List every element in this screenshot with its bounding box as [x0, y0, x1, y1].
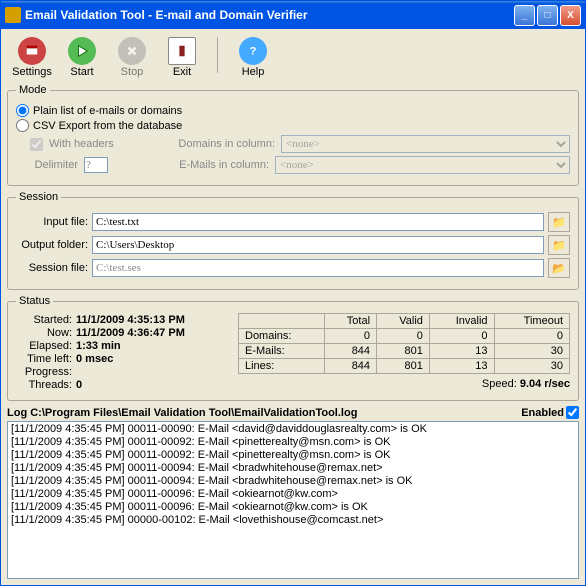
threads-value: 0	[76, 379, 82, 391]
svg-text:?: ?	[250, 46, 257, 58]
speed-value: 9.04 r/sec	[520, 378, 570, 390]
minimize-button[interactable]: _	[514, 5, 535, 26]
help-icon: ?	[239, 37, 267, 65]
toolbar-separator	[217, 37, 218, 73]
log-line: [11/1/2009 4:35:45 PM] 00011-00096: E-Ma…	[11, 501, 575, 514]
toolbar: Settings Start Stop Exit ? Help	[7, 35, 579, 84]
elapsed-value: 1:33 min	[76, 340, 121, 352]
log-section: Log C:\Program Files\Email Validation To…	[7, 406, 579, 579]
threads-label: Threads:	[16, 379, 72, 391]
col-timeout: Timeout	[494, 314, 570, 329]
mode-csv-radio[interactable]	[16, 119, 29, 132]
exit-label: Exit	[173, 66, 191, 78]
session-group: Session Input file: 📁 Output folder: 📁 S…	[7, 191, 579, 290]
stop-icon	[118, 37, 146, 65]
help-button[interactable]: ? Help	[232, 37, 274, 78]
settings-icon	[18, 37, 46, 65]
mode-legend: Mode	[16, 84, 50, 96]
maximize-button[interactable]: □	[537, 5, 558, 26]
settings-button[interactable]: Settings	[11, 37, 53, 78]
timeleft-value: 0 msec	[76, 353, 113, 365]
now-value: 11/1/2009 4:36:47 PM	[76, 327, 185, 339]
log-output[interactable]: [11/1/2009 4:35:45 PM] 00011-00090: E-Ma…	[7, 421, 579, 579]
log-line: [11/1/2009 4:35:45 PM] 00000-00102: E-Ma…	[11, 514, 575, 527]
stop-button: Stop	[111, 37, 153, 78]
stop-label: Stop	[121, 66, 144, 78]
settings-label: Settings	[12, 66, 52, 78]
start-button[interactable]: Start	[61, 37, 103, 78]
help-label: Help	[242, 66, 265, 78]
app-icon	[5, 7, 21, 23]
with-headers-checkbox	[30, 138, 43, 151]
session-file-field	[92, 259, 544, 277]
with-headers-label: With headers	[49, 138, 129, 150]
progress-label: Progress:	[16, 366, 72, 378]
col-valid: Valid	[377, 314, 430, 329]
timeleft-label: Time left:	[16, 353, 72, 365]
door-icon	[168, 37, 196, 65]
log-path: Log C:\Program Files\Email Validation To…	[7, 407, 521, 419]
log-line: [11/1/2009 4:35:45 PM] 00011-00090: E-Ma…	[11, 423, 575, 436]
mode-csv-label: CSV Export from the database	[33, 120, 182, 132]
browse-session-button[interactable]: 📂	[548, 258, 570, 278]
folder-icon: 📁	[552, 239, 566, 252]
browse-output-button[interactable]: 📁	[548, 235, 570, 255]
emails-col-select: <none>	[275, 156, 570, 174]
row-domains: Domains:	[239, 329, 325, 344]
now-label: Now:	[16, 327, 72, 339]
titlebar: Email Validation Tool - E-mail and Domai…	[1, 1, 585, 29]
close-button[interactable]: X	[560, 5, 581, 26]
log-line: [11/1/2009 4:35:45 PM] 00011-00092: E-Ma…	[11, 436, 575, 449]
status-group: Status Started: 11/1/2009 4:35:13 PM Now:…	[7, 295, 579, 401]
log-line: [11/1/2009 4:35:45 PM] 00011-00092: E-Ma…	[11, 449, 575, 462]
session-legend: Session	[16, 191, 61, 203]
exit-button[interactable]: Exit	[161, 37, 203, 78]
mode-plain-label: Plain list of e-mails or domains	[33, 105, 182, 117]
folder-icon: 📁	[552, 216, 566, 229]
row-emails: E-Mails:	[239, 344, 325, 359]
input-file-label: Input file:	[16, 216, 88, 228]
input-file-field[interactable]	[92, 213, 544, 231]
window-title: Email Validation Tool - E-mail and Domai…	[25, 8, 512, 22]
folder-open-icon: 📂	[552, 262, 566, 275]
started-value: 11/1/2009 4:35:13 PM	[76, 314, 185, 326]
log-line: [11/1/2009 4:35:45 PM] 00011-00096: E-Ma…	[11, 488, 575, 501]
log-enabled-label: Enabled	[521, 407, 564, 419]
started-label: Started:	[16, 314, 72, 326]
browse-input-button[interactable]: 📁	[548, 212, 570, 232]
domains-col-label: Domains in column:	[135, 138, 275, 150]
mode-plain-radio[interactable]	[16, 104, 29, 117]
mode-group: Mode Plain list of e-mails or domains CS…	[7, 84, 579, 186]
log-enabled-checkbox[interactable]	[566, 406, 579, 419]
col-total: Total	[324, 314, 376, 329]
emails-col-label: E-Mails in column:	[114, 159, 269, 171]
col-invalid: Invalid	[429, 314, 494, 329]
domains-col-select: <none>	[281, 135, 570, 153]
play-icon	[68, 37, 96, 65]
output-folder-field[interactable]	[92, 236, 544, 254]
elapsed-label: Elapsed:	[16, 340, 72, 352]
stats-table: TotalValidInvalidTimeout Domains:0000 E-…	[238, 313, 570, 374]
log-line: [11/1/2009 4:35:45 PM] 00011-00094: E-Ma…	[11, 462, 575, 475]
status-legend: Status	[16, 295, 53, 307]
delimiter-input[interactable]	[84, 157, 108, 173]
row-lines: Lines:	[239, 359, 325, 374]
start-label: Start	[70, 66, 93, 78]
output-folder-label: Output folder:	[16, 239, 88, 251]
log-line: [11/1/2009 4:35:45 PM] 00011-00094: E-Ma…	[11, 475, 575, 488]
session-file-label: Session file:	[16, 262, 88, 274]
delimiter-label: Delimiter	[30, 159, 78, 171]
speed-label: Speed:	[482, 378, 517, 390]
